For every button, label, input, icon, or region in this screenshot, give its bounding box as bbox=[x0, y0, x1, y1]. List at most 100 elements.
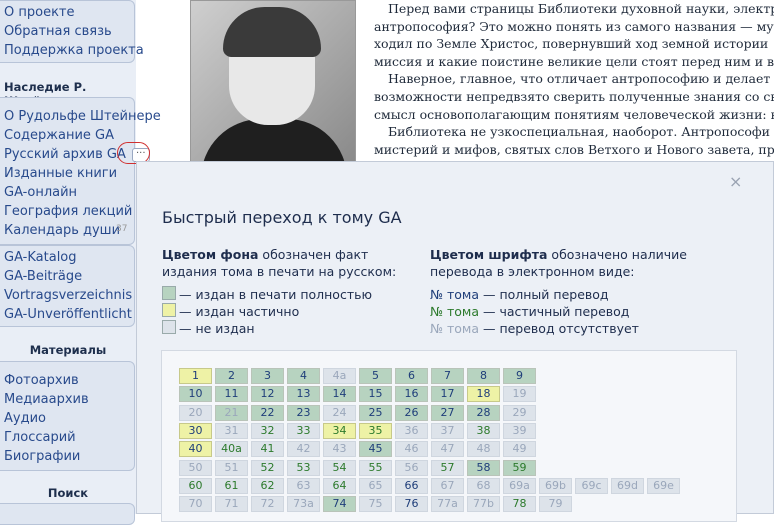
ga-volume-cell[interactable]: 65 bbox=[359, 477, 392, 494]
ga-volume-cell[interactable]: 51 bbox=[215, 459, 248, 476]
ga-volume-cell[interactable]: 57 bbox=[431, 459, 464, 476]
ga-volume-cell[interactable]: 20 bbox=[179, 404, 212, 421]
ga-volume-cell[interactable]: 69c bbox=[575, 477, 608, 494]
sidebar-link-vortragsverzeichnis[interactable]: Vortragsverzeichnis bbox=[0, 286, 134, 305]
ga-volume-cell[interactable]: 38 bbox=[467, 422, 500, 439]
ga-volume-cell[interactable]: 50 bbox=[179, 459, 212, 476]
ga-volume-cell[interactable]: 69a bbox=[503, 477, 536, 494]
sidebar-link-support[interactable]: Поддержка проекта bbox=[0, 41, 144, 60]
ga-volume-cell[interactable]: 28 bbox=[467, 404, 500, 421]
ga-volume-cell[interactable]: 46 bbox=[395, 441, 428, 458]
ga-volume-cell[interactable]: 26 bbox=[395, 404, 428, 421]
ga-volume-cell[interactable]: 25 bbox=[359, 404, 392, 421]
ga-volume-cell[interactable]: 24 bbox=[323, 404, 356, 421]
ga-volume-cell[interactable]: 49 bbox=[503, 441, 536, 458]
ga-volume-cell[interactable]: 62 bbox=[251, 477, 284, 494]
ga-volume-cell[interactable]: 37 bbox=[431, 422, 464, 439]
ga-volume-cell[interactable]: 12 bbox=[251, 386, 284, 403]
ga-volume-cell[interactable]: 15 bbox=[359, 386, 392, 403]
ga-volume-cell[interactable]: 30 bbox=[179, 422, 212, 439]
ga-volume-cell[interactable]: 54 bbox=[323, 459, 356, 476]
ga-volume-cell[interactable]: 22 bbox=[251, 404, 284, 421]
ga-volume-cell[interactable]: 47 bbox=[431, 441, 464, 458]
ga-volume-cell[interactable]: 13 bbox=[287, 386, 320, 403]
ga-volume-cell[interactable]: 48 bbox=[467, 441, 500, 458]
close-icon[interactable]: × bbox=[729, 172, 742, 191]
sidebar-link-ga-archive[interactable]: Русский архив GA ··· bbox=[0, 145, 150, 164]
ga-volume-cell[interactable]: 31 bbox=[215, 422, 248, 439]
sidebar-link-audio[interactable]: Аудио bbox=[0, 409, 134, 428]
ga-volume-cell[interactable]: 32 bbox=[251, 422, 284, 439]
ga-volume-cell[interactable]: 40 bbox=[179, 441, 212, 458]
ga-volume-cell[interactable]: 69b bbox=[539, 477, 572, 494]
sidebar-link-steiner[interactable]: О Рудольфе Штейнере bbox=[0, 107, 161, 126]
ga-volume-cell[interactable]: 55 bbox=[359, 459, 392, 476]
sidebar-link-ga-katalog[interactable]: GA-Katalog bbox=[0, 248, 134, 267]
ga-volume-cell[interactable]: 19 bbox=[503, 386, 536, 403]
ga-volume-cell[interactable]: 60 bbox=[179, 477, 212, 494]
ga-volume-cell[interactable]: 9 bbox=[503, 368, 536, 384]
sidebar-link-photos[interactable]: Фотоархив bbox=[0, 371, 134, 390]
ga-volume-cell[interactable]: 18 bbox=[467, 386, 500, 403]
ga-volume-cell[interactable]: 23 bbox=[287, 404, 320, 421]
ga-volume-cell[interactable]: 4a bbox=[323, 368, 356, 384]
ga-volume-cell[interactable]: 11 bbox=[215, 386, 248, 403]
ga-volume-cell[interactable]: 74 bbox=[323, 496, 356, 513]
ga-volume-cell[interactable]: 79 bbox=[539, 496, 572, 513]
ga-volume-cell[interactable]: 66 bbox=[395, 477, 428, 494]
ga-volume-cell[interactable]: 70 bbox=[179, 496, 212, 513]
ga-volume-cell[interactable]: 39 bbox=[503, 422, 536, 439]
ga-volume-cell[interactable]: 76 bbox=[395, 496, 428, 513]
ga-volume-cell[interactable]: 68 bbox=[467, 477, 500, 494]
ga-volume-cell[interactable]: 67 bbox=[431, 477, 464, 494]
sidebar-link-glossary[interactable]: Глоссарий bbox=[0, 428, 134, 447]
ga-volume-cell[interactable]: 45 bbox=[359, 441, 392, 458]
ga-volume-cell[interactable]: 16 bbox=[395, 386, 428, 403]
ga-archive-label[interactable]: Русский архив GA bbox=[4, 147, 126, 162]
ga-volume-cell[interactable]: 6 bbox=[395, 368, 428, 384]
sidebar-link-biographies[interactable]: Биографии bbox=[0, 447, 134, 466]
ga-volume-cell[interactable]: 36 bbox=[395, 422, 428, 439]
sidebar-link-ga-beitraege[interactable]: GA-Beiträge bbox=[0, 267, 134, 286]
ga-volume-cell[interactable]: 27 bbox=[431, 404, 464, 421]
ga-volume-cell[interactable]: 29 bbox=[503, 404, 536, 421]
ga-volume-cell[interactable]: 35 bbox=[359, 422, 392, 439]
ga-volume-cell[interactable]: 73a bbox=[287, 496, 320, 513]
ga-volume-cell[interactable]: 63 bbox=[287, 477, 320, 494]
ga-volume-cell[interactable]: 77b bbox=[467, 496, 500, 513]
ga-volume-cell[interactable]: 10 bbox=[179, 386, 212, 403]
ga-volume-cell[interactable]: 2 bbox=[215, 368, 248, 384]
ga-volume-cell[interactable]: 3 bbox=[251, 368, 284, 384]
ga-volume-cell[interactable]: 34 bbox=[323, 422, 356, 439]
ga-volume-cell[interactable]: 33 bbox=[287, 422, 320, 439]
sidebar-link-media[interactable]: Медиаархив bbox=[0, 390, 134, 409]
ga-volume-cell[interactable]: 42 bbox=[287, 441, 320, 458]
ga-volume-cell[interactable]: 72 bbox=[251, 496, 284, 513]
ga-volume-cell[interactable]: 75 bbox=[359, 496, 392, 513]
sidebar-link-ga-online[interactable]: GA-онлайн bbox=[0, 183, 134, 202]
sidebar-link-ga-unveroeffentlicht[interactable]: GA-Unveröffentlicht bbox=[0, 305, 134, 324]
ga-volume-cell[interactable]: 77a bbox=[431, 496, 464, 513]
sidebar-link-books[interactable]: Изданные книги bbox=[0, 164, 134, 183]
ga-volume-cell[interactable]: 56 bbox=[395, 459, 428, 476]
ga-volume-cell[interactable]: 52 bbox=[251, 459, 284, 476]
ga-volume-cell[interactable]: 64 bbox=[323, 477, 356, 494]
ga-volume-cell[interactable]: 61 bbox=[215, 477, 248, 494]
ga-volume-cell[interactable]: 43 bbox=[323, 441, 356, 458]
ga-volume-cell[interactable]: 4 bbox=[287, 368, 320, 384]
sidebar-link-ga-contents[interactable]: Содержание GA bbox=[0, 126, 134, 145]
sidebar-link-about[interactable]: О проекте bbox=[0, 3, 134, 22]
ga-volume-cell[interactable]: 8 bbox=[467, 368, 500, 384]
ga-volume-cell[interactable]: 1 bbox=[179, 368, 212, 384]
ga-volume-cell[interactable]: 59 bbox=[503, 459, 536, 476]
ga-volume-cell[interactable]: 78 bbox=[503, 496, 536, 513]
ga-volume-cell[interactable]: 69e bbox=[647, 477, 680, 494]
sidebar-link-geography[interactable]: География лекций bbox=[0, 202, 134, 221]
ga-volume-cell[interactable]: 71 bbox=[215, 496, 248, 513]
ga-volume-cell[interactable]: 40a bbox=[215, 441, 248, 458]
ga-volume-cell[interactable]: 5 bbox=[359, 368, 392, 384]
ga-volume-cell[interactable]: 41 bbox=[251, 441, 284, 458]
ga-volume-cell[interactable]: 14 bbox=[323, 386, 356, 403]
ga-volume-cell[interactable]: 53 bbox=[287, 459, 320, 476]
ga-volume-cell[interactable]: 58 bbox=[467, 459, 500, 476]
